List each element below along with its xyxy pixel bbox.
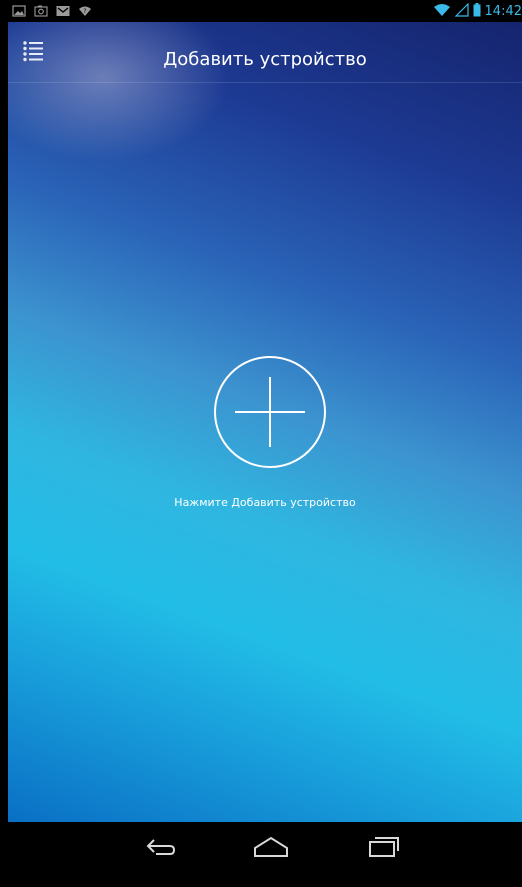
wifi-icon	[433, 2, 451, 21]
add-device-hint: Нажмите Добавить устройство	[174, 496, 356, 509]
gmail-notification-icon	[56, 2, 70, 21]
app-screen: Добавить устройство Нажмите Добавить уст…	[8, 22, 522, 841]
back-icon	[146, 839, 176, 855]
home-button[interactable]	[251, 834, 291, 866]
add-device-button[interactable]	[213, 355, 327, 469]
wifi-question-icon: ?	[78, 2, 92, 21]
navigation-bar	[8, 822, 522, 887]
recents-icon	[369, 837, 399, 857]
app-bar: Добавить устройство	[8, 22, 522, 83]
home-icon	[254, 836, 288, 857]
page-title: Добавить устройство	[163, 49, 367, 70]
recents-button[interactable]	[364, 834, 404, 866]
status-clock: 14:42	[484, 3, 522, 19]
battery-icon	[473, 2, 481, 21]
back-button[interactable]	[140, 834, 180, 866]
system-icons: 14:42	[433, 2, 522, 20]
image-notification-icon	[12, 2, 26, 21]
signal-icon	[454, 2, 469, 21]
screenshot-notification-icon	[34, 2, 48, 21]
svg-text:?: ?	[83, 8, 86, 15]
status-bar: ? 14:42	[8, 0, 522, 22]
notification-icons: ?	[12, 3, 92, 19]
plus-circle-icon	[214, 356, 326, 468]
